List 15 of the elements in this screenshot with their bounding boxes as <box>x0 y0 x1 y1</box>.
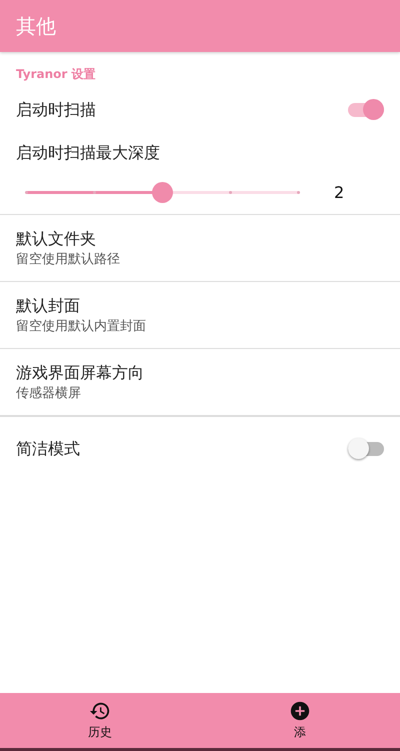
history-icon <box>89 700 111 722</box>
setting-title: 启动时扫描最大深度 <box>16 143 160 162</box>
depth-slider[interactable] <box>26 181 298 203</box>
nav-tab[interactable]: 历史 <box>0 693 200 748</box>
toggle-switch[interactable] <box>348 99 384 121</box>
toggle-switch[interactable] <box>348 438 384 460</box>
section-header: Tyranor 设置 <box>15 66 96 83</box>
setting-item[interactable]: 游戏界面屏幕方向 传感器横屏 <box>0 349 400 416</box>
nav-tab[interactable]: 添 <box>200 693 400 748</box>
setting-title: 启动时扫描 <box>16 100 96 120</box>
setting-item[interactable]: 默认文件夹 留空使用默认路径 <box>0 215 400 282</box>
slider-value: 2 <box>334 182 344 202</box>
setting-item[interactable]: 默认封面 留空使用默认内置封面 <box>0 282 400 349</box>
setting-title: 简洁模式 <box>16 438 80 460</box>
page-title: 其他 <box>16 12 56 40</box>
